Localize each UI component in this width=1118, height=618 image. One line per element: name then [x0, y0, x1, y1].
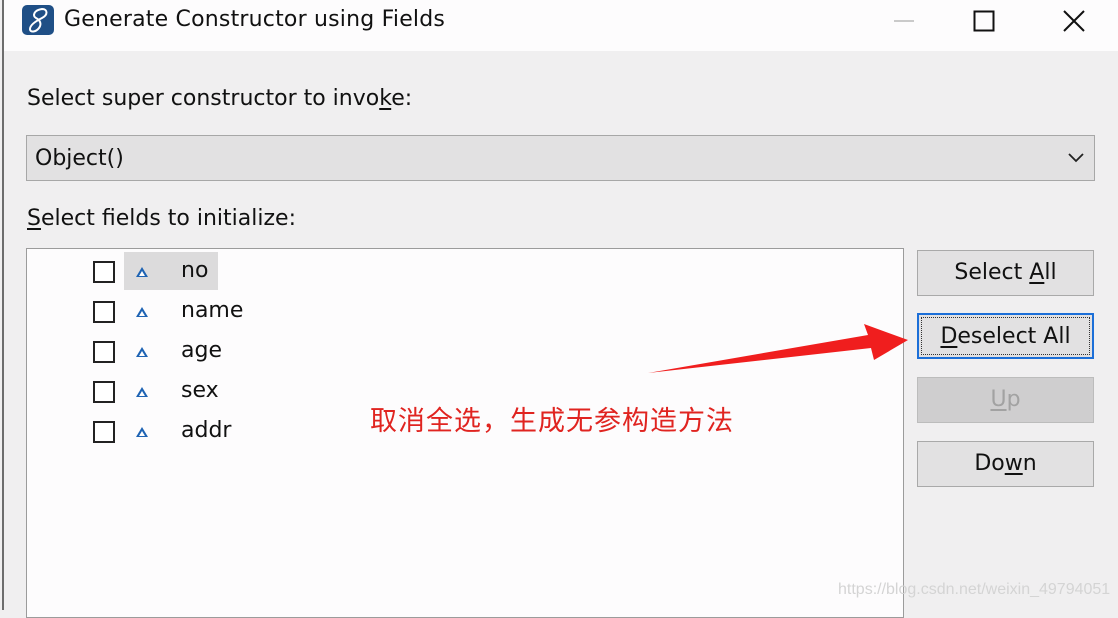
- minimize-button[interactable]: [874, 0, 934, 42]
- button-label: n: [1022, 451, 1037, 476]
- super-constructor-label: Select super constructor to invoke:: [27, 86, 412, 111]
- fields-label: Select fields to initialize:: [27, 206, 296, 231]
- super-constructor-dropdown[interactable]: Object(): [26, 135, 1095, 181]
- field-default-icon: [136, 347, 148, 357]
- field-default-icon: [136, 267, 148, 277]
- minimize-icon: [894, 20, 914, 22]
- window-title: Generate Constructor using Fields: [64, 7, 446, 32]
- field-checkbox[interactable]: [93, 261, 115, 283]
- chevron-down-icon: [1068, 153, 1084, 163]
- button-mnemonic: w: [1004, 451, 1023, 476]
- select-all-button[interactable]: Select All: [917, 250, 1094, 296]
- focus-ring: [921, 317, 1090, 355]
- up-button[interactable]: Up: [917, 377, 1094, 423]
- field-default-icon: [136, 307, 148, 317]
- title-bar: Generate Constructor using Fields: [4, 0, 1118, 51]
- deselect-all-button[interactable]: Deselect All: [917, 313, 1094, 359]
- field-name: age: [181, 338, 222, 363]
- field-checkbox[interactable]: [93, 421, 115, 443]
- field-name: addr: [181, 418, 232, 443]
- field-name: sex: [181, 378, 219, 403]
- field-checkbox[interactable]: [93, 341, 115, 363]
- maximize-icon: [973, 10, 995, 32]
- maximize-button[interactable]: [954, 0, 1014, 42]
- watermark: https://blog.csdn.net/weixin_49794051: [838, 581, 1111, 598]
- field-row[interactable]: age: [27, 331, 427, 371]
- label-text: elect fields to initialize:: [40, 206, 296, 231]
- down-button[interactable]: Down: [917, 441, 1094, 487]
- field-name: no: [181, 258, 209, 283]
- field-row[interactable]: sex: [27, 371, 427, 411]
- field-default-icon: [136, 387, 148, 397]
- label-text: Select super constructor to invo: [27, 86, 380, 111]
- window-left-edge: [2, 0, 4, 610]
- annotation-arrow-icon: [648, 324, 908, 373]
- field-row[interactable]: addr: [27, 411, 427, 451]
- eclipse-app-icon: [22, 5, 54, 35]
- field-row[interactable]: name: [27, 291, 427, 331]
- label-text: e:: [391, 86, 413, 111]
- annotation-text: 取消全选，生成无参构造方法: [370, 406, 734, 437]
- close-icon: [1063, 10, 1085, 32]
- button-mnemonic: U: [990, 387, 1007, 412]
- button-label: p: [1006, 387, 1021, 412]
- field-row[interactable]: no: [27, 251, 427, 291]
- button-mnemonic: A: [1029, 260, 1045, 285]
- dropdown-selected-value: Object(): [35, 146, 124, 171]
- field-checkbox[interactable]: [93, 301, 115, 323]
- field-default-icon: [136, 427, 148, 437]
- close-button[interactable]: [1044, 0, 1104, 42]
- label-mnemonic: k: [379, 86, 392, 111]
- label-mnemonic: S: [27, 206, 41, 231]
- dialog-window: Generate Constructor using Fields Select…: [0, 0, 1118, 618]
- button-label: ll: [1044, 260, 1057, 285]
- field-checkbox[interactable]: [93, 381, 115, 403]
- field-name: name: [181, 298, 244, 323]
- button-label: Select: [954, 260, 1030, 285]
- button-label: Do: [974, 451, 1005, 476]
